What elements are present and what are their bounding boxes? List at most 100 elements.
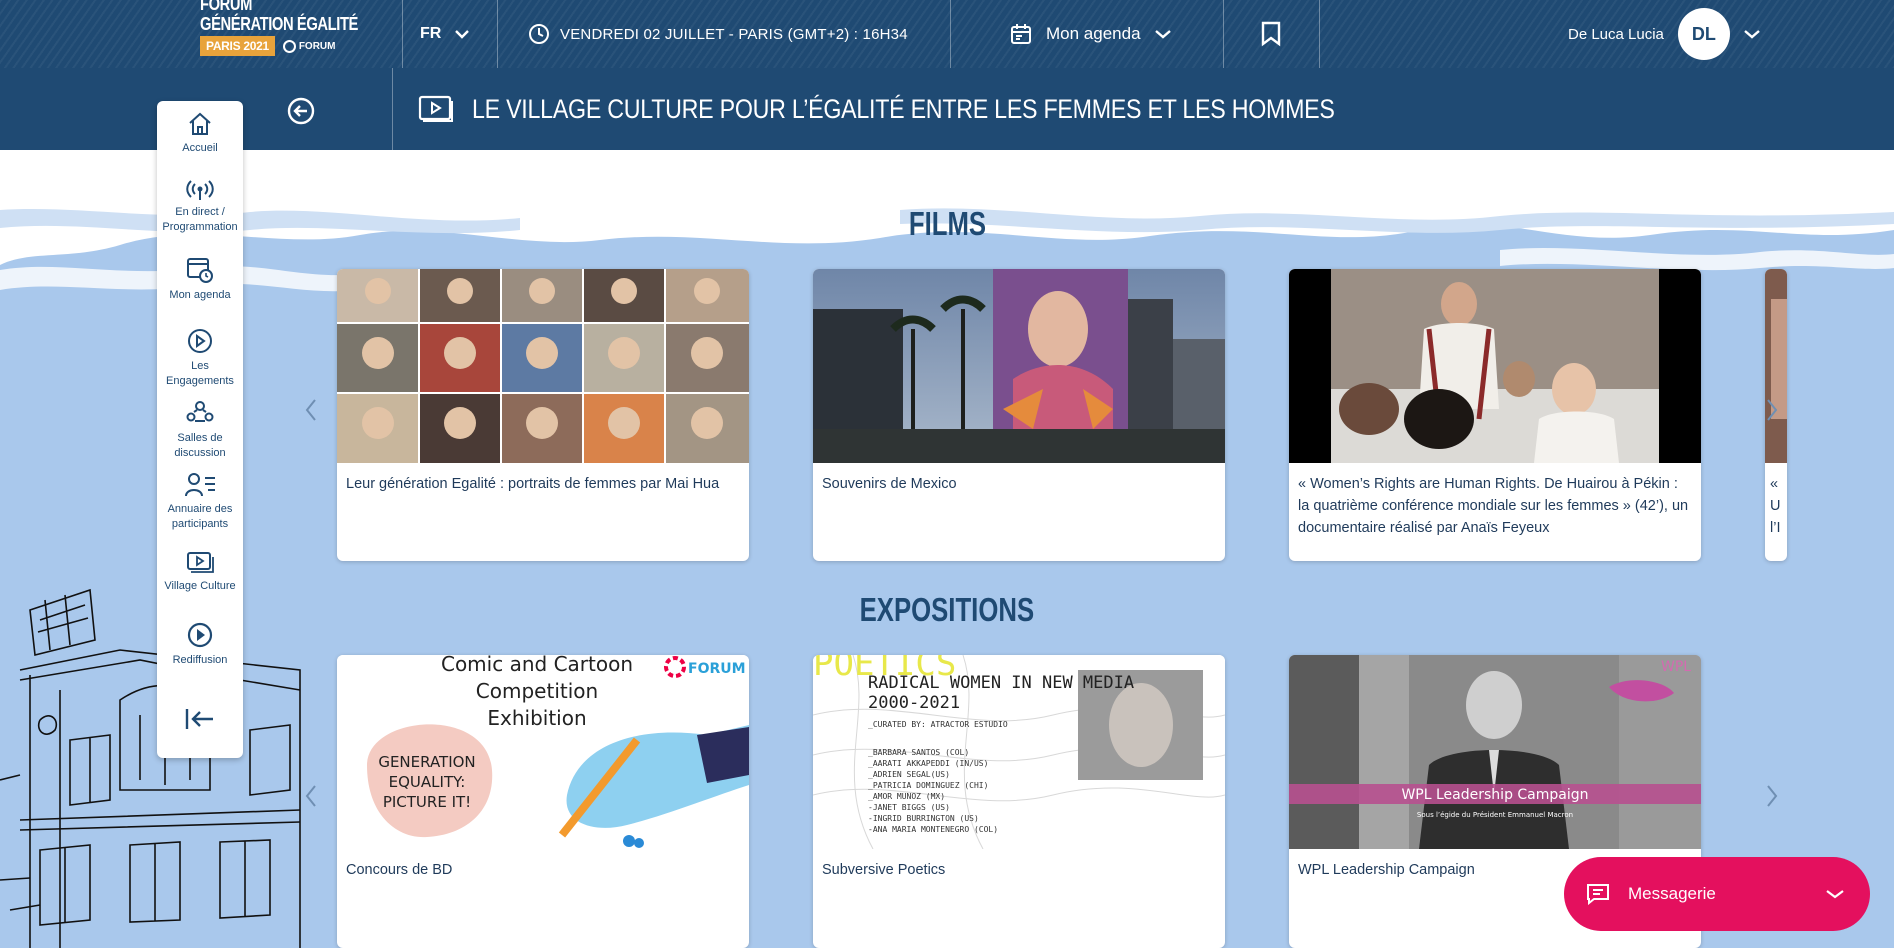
- datetime-display: VENDREDI 02 JUILLET - PARIS (GMT+2) : 16…: [528, 0, 908, 68]
- nav-label: Annuaire des participants: [167, 503, 233, 530]
- poetics-artist: -ANA MARIA MONTENEGRO (COL): [868, 825, 998, 834]
- poetics-artist: _PATRICIA DOMINGUEZ (CHI): [868, 781, 988, 790]
- film-card[interactable]: « Women’s Rights are Human Rights. De Hu…: [1289, 269, 1701, 561]
- video-icon: [418, 95, 453, 122]
- video-icon: [187, 552, 214, 573]
- user-name: De Luca Lucia: [1568, 25, 1664, 43]
- home-icon: [189, 112, 211, 135]
- film-caption: « Women’s Rights are Human Rights. De Hu…: [1298, 476, 1689, 536]
- nav-label: Mon agenda: [169, 289, 231, 301]
- logout-icon: [185, 709, 213, 729]
- nav-label: Les Engagements: [166, 360, 234, 387]
- poetics-artist: _AARATI AKKAPEDDI (IN/US): [868, 759, 988, 768]
- nav-item-annuaire[interactable]: Annuaire des participants: [157, 472, 243, 532]
- side-navigation: Accueil En direct / Programmation Mon ag…: [157, 101, 243, 758]
- directory-icon: [185, 473, 215, 497]
- poetics-title1: RADICAL WOMEN IN NEW MEDIA: [868, 673, 1134, 693]
- logo-paris-badge: PARIS 2021: [200, 36, 275, 56]
- back-arrow-icon[interactable]: [286, 96, 316, 126]
- exposition-thumbnail-wpl: WPL Leadership Campaign Sous l’égide du …: [1289, 655, 1701, 849]
- chevron-down-icon: [1744, 30, 1760, 39]
- nav-item-rediffusion[interactable]: Rediffusion: [157, 621, 243, 668]
- calendar-icon: [1011, 24, 1031, 44]
- film-caption: « U l’I: [1770, 476, 1781, 536]
- comic-bubble-text1: GENERATION: [378, 753, 475, 771]
- exposition-card[interactable]: POETICS RADICAL WOMEN IN NEW MEDIA 2000-…: [813, 655, 1225, 948]
- messaging-button[interactable]: Messagerie: [1564, 857, 1870, 931]
- bookmark-icon: [1261, 21, 1281, 47]
- film-thumbnail-mexico: [813, 269, 1225, 463]
- comic-title-line2: Competition: [476, 679, 598, 703]
- film-thumbnail-partial: [1765, 269, 1787, 463]
- calendar-clock-icon: [187, 258, 213, 283]
- carousel-prev-icon[interactable]: [301, 395, 321, 425]
- carousel-prev-icon[interactable]: [301, 781, 321, 811]
- poetics-artist: _AMOR MUNOZ (MX): [868, 792, 945, 801]
- logo-forum-text: FORUM: [298, 40, 336, 52]
- nav-item-village-culture[interactable]: Village Culture: [157, 551, 243, 594]
- comic-title-line1: Comic and Cartoon: [441, 655, 633, 676]
- nav-item-mon-agenda[interactable]: Mon agenda: [157, 256, 243, 303]
- bookmark-button[interactable]: [1260, 0, 1282, 68]
- exposition-caption: Concours de BD: [346, 862, 453, 878]
- comic-bubble-text2: EQUALITY:: [389, 773, 466, 791]
- nav-item-logout[interactable]: [157, 707, 243, 731]
- nav-label: En direct / Programmation: [162, 206, 238, 233]
- nav-label: Accueil: [182, 142, 218, 154]
- clock-icon: [529, 24, 549, 44]
- chevron-down-icon: [455, 30, 470, 39]
- forum-logo[interactable]: FORUM GÉNÉRATION ÉGALITÉ PARIS 2021 FORU…: [140, 0, 402, 68]
- nav-label: Rediffusion: [172, 654, 228, 666]
- chevron-down-icon: [1154, 30, 1171, 39]
- exposition-thumbnail-poetics: POETICS RADICAL WOMEN IN NEW MEDIA 2000-…: [813, 655, 1225, 849]
- comic-forum-logo: FORUM: [688, 661, 746, 677]
- chevron-down-icon: [1826, 890, 1844, 899]
- exposition-thumbnail-comic: Comic and Cartoon Competition Exhibition…: [337, 655, 749, 849]
- films-heading: FILMS: [908, 205, 986, 242]
- datetime-text: VENDREDI 02 JUILLET - PARIS (GMT+2) : 16…: [560, 25, 908, 43]
- page-title-bar: LE VILLAGE CULTURE POUR L’ÉGALITÉ ENTRE …: [0, 68, 1894, 150]
- page-title: LE VILLAGE CULTURE POUR L’ÉGALITÉ ENTRE …: [472, 93, 1335, 124]
- carousel-next-icon[interactable]: [1762, 781, 1782, 811]
- wpl-logo: WPL: [1661, 659, 1691, 675]
- exposition-caption: Subversive Poetics: [822, 862, 946, 878]
- agenda-dropdown[interactable]: Mon agenda: [1010, 0, 1171, 68]
- avatar: DL: [1677, 8, 1730, 60]
- language-selector[interactable]: FR: [420, 0, 470, 68]
- nav-label: Salles de discussion: [174, 432, 226, 459]
- discussion-rooms-icon: [186, 401, 214, 422]
- messaging-label: Messagerie: [1628, 884, 1716, 903]
- poetics-artist: -JANET BIGGS (US): [868, 803, 950, 812]
- user-menu[interactable]: De Luca Lucia DL: [1568, 0, 1760, 68]
- poetics-curated: _CURATED BY: ATRACTOR ESTUDIO: [868, 720, 1008, 729]
- comic-bubble-text3: PICTURE IT!: [383, 793, 471, 811]
- film-thumbnail-huairou: [1289, 269, 1701, 463]
- nav-item-accueil[interactable]: Accueil: [157, 111, 243, 156]
- nav-item-salles-discussion[interactable]: Salles de discussion: [157, 399, 243, 461]
- film-card[interactable]: Leur génération Egalité : portraits de f…: [337, 269, 749, 561]
- nav-label: Village Culture: [164, 580, 236, 592]
- film-caption: Souvenirs de Mexico: [822, 476, 957, 492]
- poetics-artist: _ADRIEN SEGAL(US): [868, 770, 950, 779]
- broadcast-icon: [186, 180, 214, 200]
- nav-item-en-direct[interactable]: En direct / Programmation: [157, 179, 243, 235]
- film-card[interactable]: Souvenirs de Mexico: [813, 269, 1225, 561]
- poetics-title2: 2000-2021: [868, 693, 960, 713]
- forum-logo-icon: [282, 39, 296, 53]
- logo-line1: FORUM: [200, 0, 253, 14]
- engagement-icon: [188, 329, 212, 353]
- poetics-artist: _BARBARA SANTOS (COL): [868, 748, 969, 757]
- exposition-card[interactable]: Comic and Cartoon Competition Exhibition…: [337, 655, 749, 948]
- carousel-next-icon[interactable]: [1762, 395, 1782, 425]
- film-caption: Leur génération Egalité : portraits de f…: [346, 476, 720, 492]
- agenda-label: Mon agenda: [1046, 24, 1141, 43]
- nav-item-engagements[interactable]: Les Engagements: [157, 327, 243, 389]
- chat-icon: [1587, 884, 1609, 905]
- film-thumbnail-portraits: [337, 269, 749, 463]
- top-bar: FORUM GÉNÉRATION ÉGALITÉ PARIS 2021 FORU…: [0, 0, 1894, 68]
- language-value: FR: [420, 25, 442, 42]
- comic-title-line3: Exhibition: [487, 706, 586, 730]
- wpl-banner-text: WPL Leadership Campaign: [1401, 787, 1588, 803]
- play-circle-icon: [187, 622, 213, 648]
- poetics-artist: -INGRID BURRINGTON (US): [868, 814, 979, 823]
